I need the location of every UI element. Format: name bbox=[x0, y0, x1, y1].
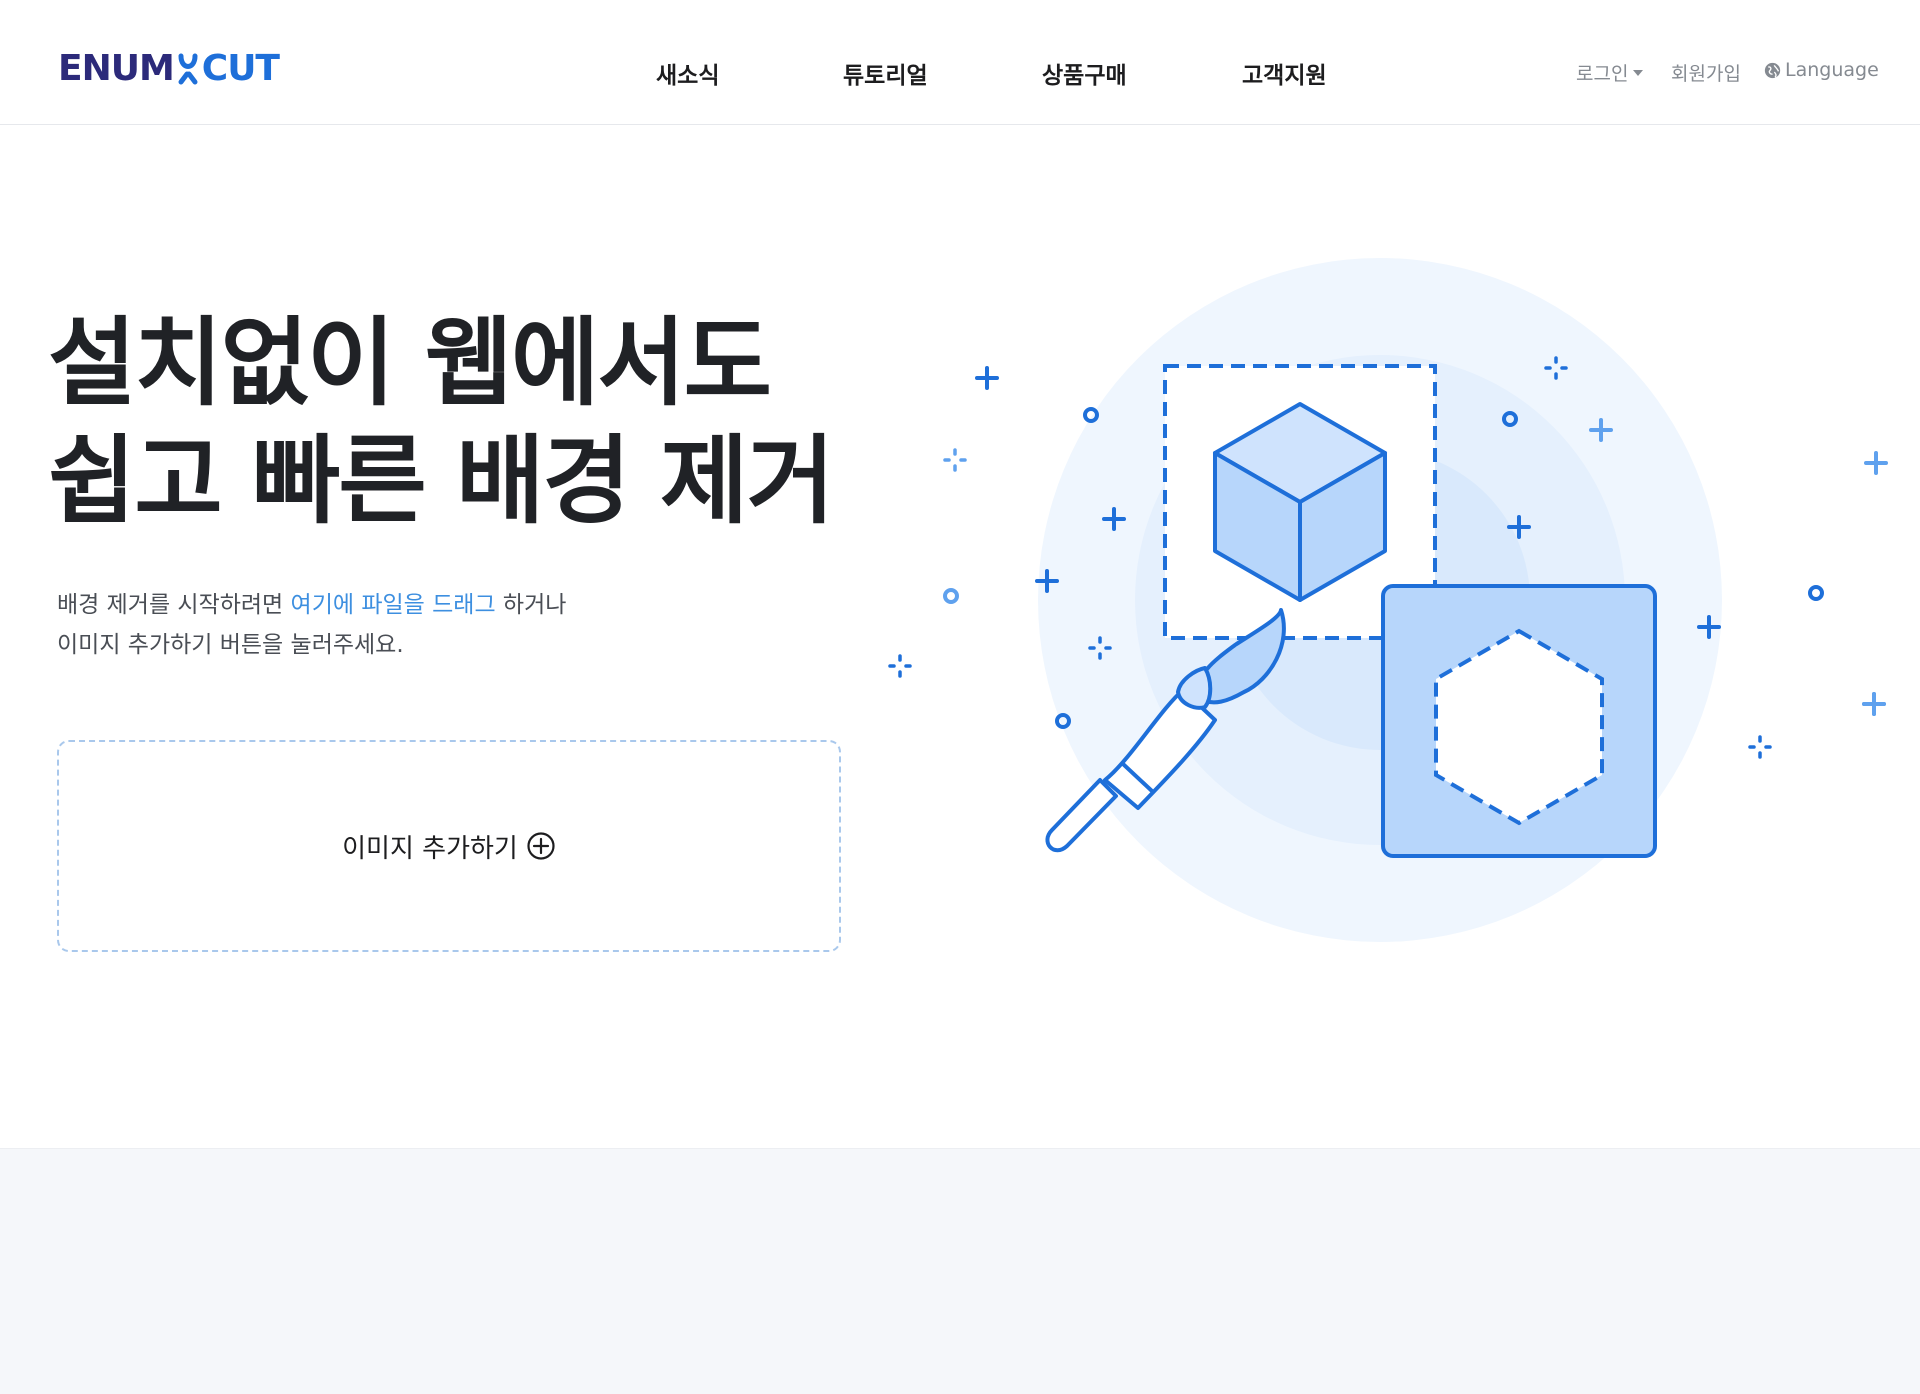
desc-text-1: 배경 제거를 시작하려면 bbox=[57, 592, 291, 618]
nav-item-support[interactable]: 고객지원 bbox=[1242, 56, 1327, 90]
hero-title: 설치없이 웹에서도 쉽고 빠른 배경 제거 bbox=[48, 304, 835, 540]
desc-highlight: 여기에 파일을 드래그 bbox=[290, 592, 496, 618]
add-image-label: 이미지 추가하기 bbox=[342, 833, 518, 864]
signup-link[interactable]: 회원가입 bbox=[1671, 59, 1741, 86]
hero-description-line-1: 배경 제거를 시작하려면 여기에 파일을 드래그 하거나 bbox=[57, 585, 566, 625]
add-image-button[interactable]: 이미지 추가하기 bbox=[342, 828, 556, 865]
site-header: ENUM CUT 새소식 튜토리얼 상품구매 고객지원 로그인 회원가입 Lan… bbox=[0, 0, 1920, 125]
lower-section bbox=[0, 1148, 1920, 1394]
hexagon-frame bbox=[1381, 584, 1657, 858]
desc-text-2: 하거나 bbox=[495, 592, 567, 618]
language-label: Language bbox=[1785, 59, 1879, 81]
hero-title-line-2: 쉽고 빠른 배경 제거 bbox=[48, 425, 835, 537]
nav-item-news[interactable]: 새소식 bbox=[656, 56, 719, 90]
globe-icon bbox=[1764, 62, 1781, 78]
hero-illustration bbox=[888, 258, 1888, 942]
hero-title-line-1: 설치없이 웹에서도 bbox=[48, 307, 772, 419]
nav-item-purchase[interactable]: 상품구매 bbox=[1042, 56, 1127, 90]
login-label: 로그인 bbox=[1576, 63, 1629, 85]
hero-description-line-2: 이미지 추가하기 버튼을 눌러주세요. bbox=[57, 632, 404, 658]
hero-description: 배경 제거를 시작하려면 여기에 파일을 드래그 하거나 이미지 추가하기 버튼… bbox=[57, 585, 566, 665]
nav-item-tutorial[interactable]: 튜토리얼 bbox=[843, 56, 928, 90]
login-dropdown[interactable]: 로그인 bbox=[1576, 59, 1644, 86]
image-dropzone[interactable]: 이미지 추가하기 bbox=[57, 740, 841, 952]
plus-circle-icon bbox=[527, 832, 555, 860]
language-selector[interactable]: Language bbox=[1764, 59, 1879, 81]
signup-label: 회원가입 bbox=[1671, 63, 1741, 85]
caret-down-icon bbox=[1633, 69, 1644, 76]
